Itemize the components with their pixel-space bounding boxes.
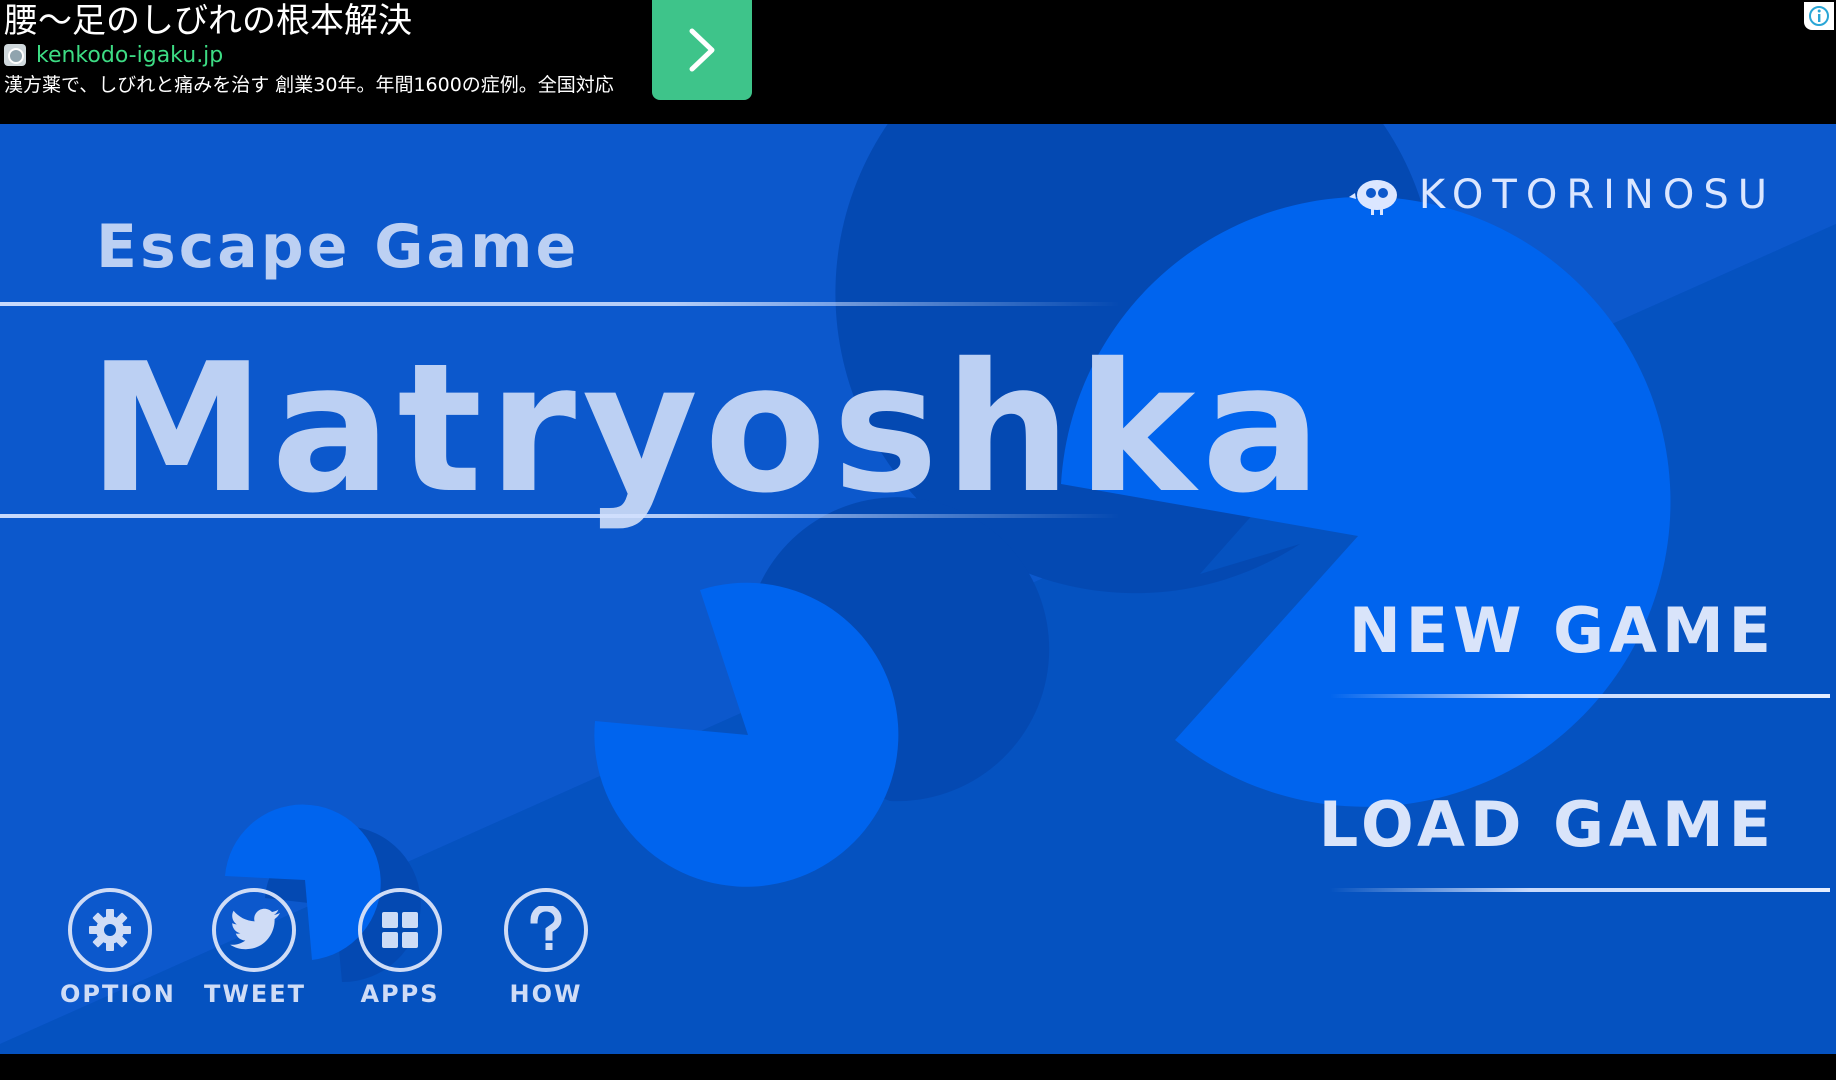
tweet-circle[interactable] [212, 888, 296, 972]
how-circle[interactable] [504, 888, 588, 972]
ad-url[interactable]: kenkodo-igaku.jp [36, 42, 223, 70]
brand-name: KOTORINOSU [1418, 172, 1776, 218]
ad-banner[interactable]: 腰〜足のしびれの根本解決 kenkodo-igaku.jp 漢方薬で、しびれと痛… [0, 0, 1836, 124]
ad-description[interactable]: 漢方薬で、しびれと痛みを治す 創業30年。年間1600の症例。全国対応 [4, 72, 614, 98]
option-circle[interactable] [68, 888, 152, 972]
tweet-label: TWEET [204, 980, 307, 1008]
load-game-button[interactable]: LOAD GAME [1319, 788, 1776, 861]
tweet-button[interactable]: TWEET [204, 888, 304, 1008]
brand-logo: KOTORINOSU [1348, 172, 1776, 218]
globe-icon [4, 44, 26, 66]
how-button[interactable]: HOW [496, 888, 596, 1008]
ad-info-button[interactable] [1804, 2, 1834, 30]
grid-icon [382, 912, 418, 948]
gear-icon [89, 909, 131, 951]
title-screen: KOTORINOSU Escape Game Matryoshka NEW GA… [0, 124, 1836, 1054]
question-icon [530, 906, 562, 950]
bird-logo-icon [1348, 180, 1397, 215]
info-icon [1809, 6, 1829, 26]
game-title: Matryoshka [88, 325, 1328, 532]
title-bottom-divider [0, 514, 1120, 518]
apps-button[interactable]: APPS [350, 888, 450, 1008]
apps-circle[interactable] [358, 888, 442, 972]
ad-open-button[interactable] [652, 0, 752, 100]
chevron-right-icon [689, 28, 715, 72]
new-game-underline [1330, 694, 1830, 698]
option-button[interactable]: OPTION [60, 888, 176, 1008]
new-game-button[interactable]: NEW GAME [1349, 594, 1776, 667]
apps-label: APPS [360, 980, 440, 1008]
ad-title[interactable]: 腰〜足のしびれの根本解決 [4, 0, 412, 42]
how-label: HOW [509, 980, 583, 1008]
bird-icon [230, 908, 280, 950]
game-subtitle: Escape Game [96, 212, 580, 282]
bottom-letterbox [0, 1054, 1836, 1080]
load-game-underline [1330, 888, 1830, 892]
title-top-divider [0, 302, 1120, 306]
option-label: OPTION [60, 980, 176, 1008]
